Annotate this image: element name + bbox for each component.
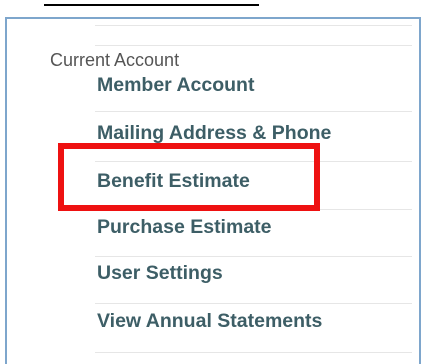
row-divider [95,256,412,257]
nav-link-member-account[interactable]: Member Account [97,74,254,97]
row-divider [95,111,412,112]
section-heading-current-account: Current Account [50,50,180,70]
nav-link-view-annual-statements[interactable]: View Annual Statements [97,310,322,333]
row-divider [95,45,412,46]
nav-link-purchase-estimate[interactable]: Purchase Estimate [97,216,272,239]
row-divider [95,303,412,304]
nav-link-mailing-address-phone[interactable]: Mailing Address & Phone [97,122,331,145]
row-divider [95,25,412,26]
row-divider [95,161,412,162]
row-divider [95,209,412,210]
top-header-underline [44,0,259,6]
screenshot-frame: Current Account Member Account Mailing A… [0,0,425,364]
row-divider [95,352,412,353]
nav-link-benefit-estimate[interactable]: Benefit Estimate [97,170,250,193]
nav-link-user-settings[interactable]: User Settings [97,262,223,285]
